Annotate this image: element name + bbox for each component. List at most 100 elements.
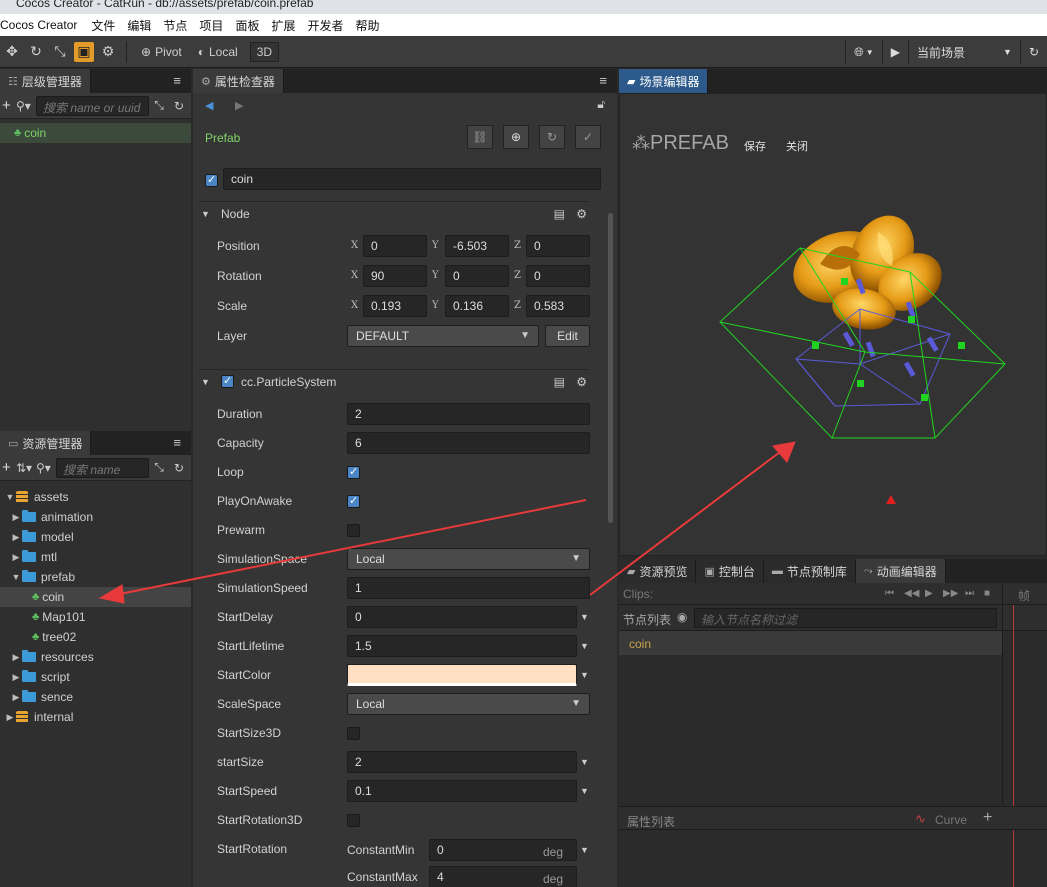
rotation-z-input[interactable]: 0 [526,265,590,287]
node-name-input[interactable]: coin [223,168,601,190]
refresh-icon[interactable]: ↻ [169,99,189,113]
hierarchy-search-input[interactable]: 搜索 name or uuid [36,95,149,116]
start-rotation-3d-checkbox[interactable] [347,814,360,827]
menu-project[interactable]: 项目 [199,17,223,34]
rotate-tool-icon[interactable]: ↻ [24,40,48,64]
tab-hierarchy[interactable]: ☷ 层级管理器 [0,69,91,93]
chevron-down-icon[interactable]: ▼ [580,786,589,796]
duration-input[interactable]: 2 [347,403,590,425]
tree-item-resources[interactable]: ▶ resources [0,647,191,667]
tree-item-assets[interactable]: ▼ assets [0,487,191,507]
loop-checkbox[interactable] [347,465,360,479]
layer-select[interactable]: DEFAULT ▼ [347,325,539,347]
back-icon[interactable]: ◀ [205,99,213,112]
start-size-input[interactable]: 2 [347,751,577,773]
start-lifetime-input[interactable]: 1.5 [347,635,577,657]
node-filter-input[interactable]: 输入节点名称过滤 [694,608,997,628]
locate-icon[interactable]: ⊕ [503,125,529,149]
local-button[interactable]: ◐ Local [190,40,246,64]
timeline-playhead[interactable] [1013,605,1014,887]
scale-tool-icon[interactable]: ⤡ [48,40,72,64]
sort-icon[interactable]: ⇅▾ [16,461,36,475]
refresh-icon[interactable]: ↻ [169,461,189,475]
tab-inspector[interactable]: ⚙ 属性检查器 [193,69,284,93]
chevron-down-icon[interactable]: ▼ [580,670,589,680]
move-tool-icon[interactable]: ✥ [0,40,24,64]
layer-edit-button[interactable]: Edit [545,325,590,347]
prewarm-checkbox[interactable] [347,524,360,537]
scale-space-select[interactable]: Local ▼ [347,693,590,715]
eye-icon[interactable]: ◉ [677,610,687,624]
play-icon[interactable]: ▶ [925,588,933,599]
rotation-x-input[interactable]: 90 [363,265,427,287]
start-color-swatch[interactable] [347,664,577,686]
book-icon[interactable]: ▤ [554,375,565,389]
revert-icon[interactable]: ↻ [539,125,565,149]
start-size-3d-checkbox[interactable] [347,727,360,740]
search-icon[interactable]: ⚲▾ [16,99,36,113]
chevron-down-icon[interactable]: ▼ [580,757,589,767]
rotation-y-input[interactable]: 0 [445,265,509,287]
particle-enabled-checkbox[interactable] [221,374,234,388]
gear-icon[interactable]: ⚙ [576,375,587,389]
add-property-icon[interactable]: + [983,809,992,827]
start-delay-input[interactable]: 0 [347,606,577,628]
assets-search-input[interactable]: 搜索 name [56,457,149,478]
tree-item-prefab[interactable]: ▼ prefab [0,567,191,587]
chevron-down-icon[interactable]: ▼ [580,845,589,855]
globe-dropdown[interactable]: 🌐︎ ▼ [845,40,882,64]
tab-asset-preview[interactable]: ▰ 资源预览 [619,559,697,583]
tree-item-mtl[interactable]: ▶ mtl [0,547,191,567]
tab-node-library[interactable]: ▬ 节点预制库 [763,559,856,583]
tab-assets[interactable]: ▭ 资源管理器 [0,431,92,455]
menu-file[interactable]: 文件 [91,17,115,34]
node-section-header[interactable]: ▼ Node ▤ ⚙ [193,201,595,227]
node-active-checkbox[interactable] [205,173,218,187]
search-icon[interactable]: ⚲▾ [36,461,56,475]
tree-item-coin[interactable]: ♣ coin [0,587,191,607]
menu-extension[interactable]: 扩展 [271,17,295,34]
first-frame-icon[interactable]: ⏮ [885,588,894,599]
scale-z-input[interactable]: 0.583 [526,295,590,317]
menu-edit[interactable]: 编辑 [127,17,151,34]
scene-select[interactable]: 当前场景 ▼ [907,40,1020,64]
tree-item-map101[interactable]: ♣ Map101 [0,607,191,627]
pivot-button[interactable]: ⊕ Pivot [133,40,190,64]
collapse-icon[interactable]: ⤡ [149,98,169,113]
mode-3d-button[interactable]: 3D [249,41,280,62]
particle-section-header[interactable]: ▼ cc.ParticleSystem ▤ ⚙ [193,369,595,395]
scene-viewport[interactable]: ⁂PREFAB 保存 关闭 [619,93,1047,556]
position-z-input[interactable]: 0 [526,235,590,257]
play-on-awake-checkbox[interactable] [347,494,360,508]
tree-item-model[interactable]: ▶ model [0,527,191,547]
curve-button[interactable]: Curve [935,813,967,827]
start-speed-input[interactable]: 0.1 [347,780,577,802]
tree-item-tree02[interactable]: ♣ tree02 [0,627,191,647]
capacity-input[interactable]: 6 [347,432,590,454]
panel-menu-icon[interactable]: ≡ [173,435,181,450]
panel-menu-icon[interactable]: ≡ [599,73,607,88]
hierarchy-item-coin[interactable]: ♣ coin [0,123,191,143]
menu-panel[interactable]: 面板 [235,17,259,34]
apply-icon[interactable]: ✓ [575,125,601,149]
position-x-input[interactable]: 0 [363,235,427,257]
book-icon[interactable]: ▤ [554,207,565,221]
tab-animation-editor[interactable]: ⤳ 动画编辑器 [855,559,946,583]
prev-frame-icon[interactable]: ◀◀ [904,588,919,599]
node-list-item[interactable]: coin [619,631,1002,655]
forward-icon[interactable]: ▶ [235,99,243,112]
tree-item-script[interactable]: ▶ script [0,667,191,687]
refresh-button[interactable]: ↻ [1019,40,1047,64]
collapse-icon[interactable]: ⤡ [149,460,169,475]
position-y-input[interactable]: -6.503 [445,235,509,257]
unlink-prefab-icon[interactable]: ⛓ [467,125,493,149]
add-icon[interactable]: + [2,97,16,114]
next-frame-icon[interactable]: ▶▶ [943,588,958,599]
last-frame-icon[interactable]: ⏭ [965,588,974,599]
simulation-speed-input[interactable]: 1 [347,577,590,599]
menu-node[interactable]: 节点 [163,17,187,34]
play-button[interactable]: ▶ [881,40,908,64]
rect-tool-icon[interactable]: ▣ [74,41,94,62]
simulation-space-select[interactable]: Local ▼ [347,548,590,570]
gear-icon[interactable]: ⚙ [576,207,587,221]
